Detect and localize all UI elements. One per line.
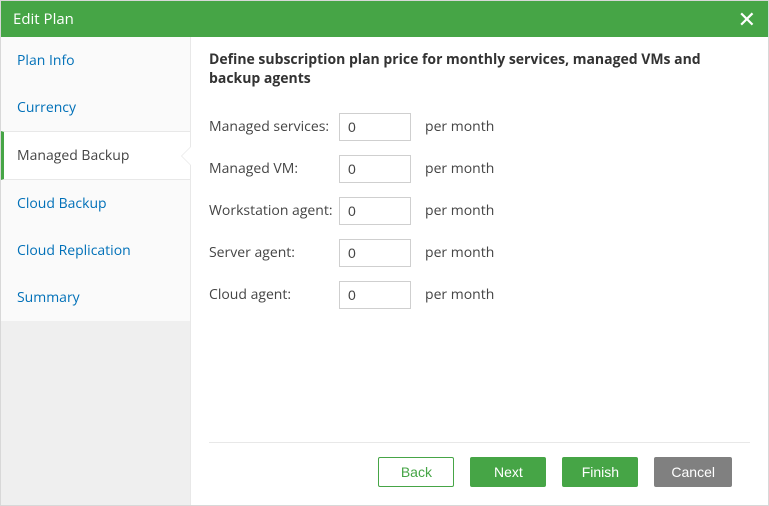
row-cloud-agent: Cloud agent: per month (209, 281, 750, 309)
sidebar-item-currency[interactable]: Currency (1, 84, 190, 131)
sidebar-item-summary[interactable]: Summary (1, 274, 190, 321)
managed-vm-unit: per month (425, 159, 494, 178)
managed-services-label: Managed services: (209, 117, 339, 136)
sidebar-item-managed-backup[interactable]: Managed Backup (1, 131, 190, 180)
workstation-agent-label: Workstation agent: (209, 201, 339, 220)
finish-button[interactable]: Finish (562, 457, 638, 487)
sidebar-item-label: Summary (17, 288, 80, 307)
cloud-agent-unit: per month (425, 285, 494, 304)
workstation-agent-unit: per month (425, 201, 494, 220)
sidebar-item-label: Cloud Backup (17, 194, 107, 213)
sidebar-item-plan-info[interactable]: Plan Info (1, 37, 190, 84)
workstation-agent-input[interactable] (339, 197, 411, 225)
sidebar-item-cloud-replication[interactable]: Cloud Replication (1, 227, 190, 274)
back-button[interactable]: Back (378, 457, 454, 487)
wizard-footer: Back Next Finish Cancel (209, 442, 750, 505)
row-workstation-agent: Workstation agent: per month (209, 197, 750, 225)
sidebar-item-label: Currency (17, 98, 76, 117)
edit-plan-dialog: Edit Plan ✕ Plan Info Currency Managed B… (0, 0, 769, 506)
next-button[interactable]: Next (470, 457, 546, 487)
wizard-sidebar: Plan Info Currency Managed Backup Cloud … (1, 37, 191, 505)
cloud-agent-input[interactable] (339, 281, 411, 309)
price-form: Managed services: per month Managed VM: … (209, 113, 750, 323)
server-agent-unit: per month (425, 243, 494, 262)
cloud-agent-label: Cloud agent: (209, 285, 339, 304)
page-heading: Define subscription plan price for month… (209, 51, 750, 89)
managed-services-input[interactable] (339, 113, 411, 141)
wizard-main: Define subscription plan price for month… (191, 37, 768, 505)
row-server-agent: Server agent: per month (209, 239, 750, 267)
titlebar: Edit Plan ✕ (1, 1, 768, 37)
sidebar-item-label: Managed Backup (17, 146, 129, 165)
managed-vm-input[interactable] (339, 155, 411, 183)
managed-vm-label: Managed VM: (209, 159, 339, 178)
close-icon[interactable]: ✕ (738, 8, 756, 30)
dialog-body: Plan Info Currency Managed Backup Cloud … (1, 37, 768, 505)
server-agent-input[interactable] (339, 239, 411, 267)
managed-services-unit: per month (425, 117, 494, 136)
sidebar-item-label: Plan Info (17, 51, 75, 70)
sidebar-item-label: Cloud Replication (17, 241, 131, 260)
sidebar-filler (1, 321, 190, 505)
row-managed-vm: Managed VM: per month (209, 155, 750, 183)
row-managed-services: Managed services: per month (209, 113, 750, 141)
server-agent-label: Server agent: (209, 243, 339, 262)
cancel-button[interactable]: Cancel (654, 457, 732, 487)
dialog-title: Edit Plan (13, 9, 74, 29)
sidebar-item-cloud-backup[interactable]: Cloud Backup (1, 180, 190, 227)
